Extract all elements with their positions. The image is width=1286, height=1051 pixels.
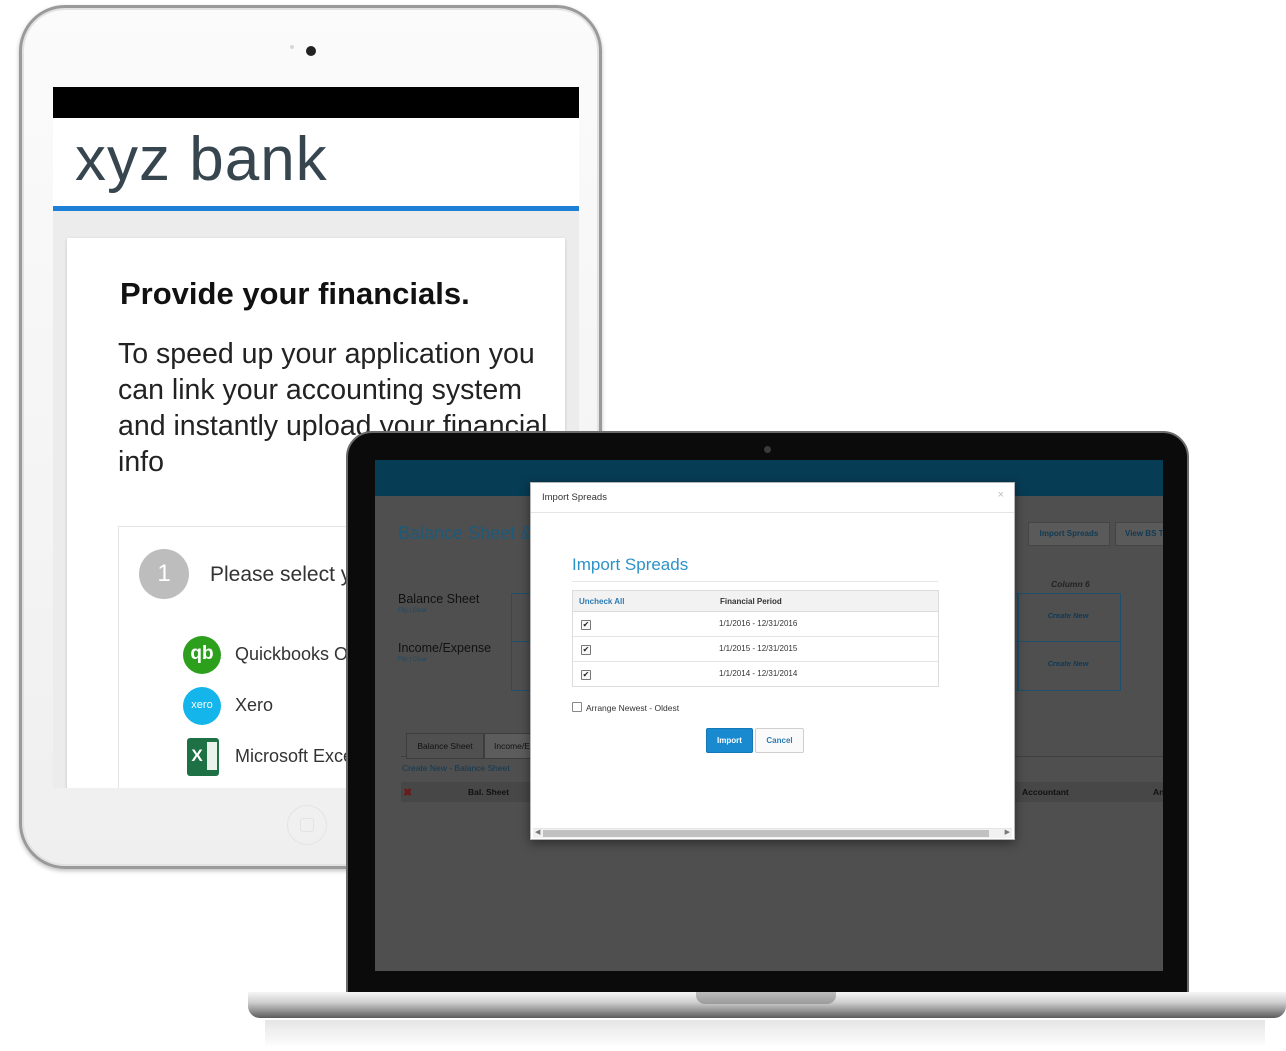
table-row: ✔ 1/1/2015 - 12/31/2015 — [573, 637, 938, 662]
period-checkbox[interactable]: ✔ — [581, 645, 591, 655]
periods-table: Uncheck All Financial Period ✔ 1/1/2016 … — [572, 590, 939, 687]
import-spreads-modal: Import Spreads × Import Spreads Uncheck … — [530, 482, 1015, 840]
period-value: 1/1/2016 - 12/31/2016 — [719, 619, 798, 628]
laptop-notch — [696, 992, 836, 1004]
provider-label: Microsoft Excel — [235, 746, 358, 766]
flip-clear-links[interactable]: Flip | Clear — [398, 608, 427, 614]
cancel-button[interactable]: Cancel — [755, 728, 804, 753]
section-income-expense: Income/Expense — [398, 641, 492, 655]
import-button[interactable]: Import — [706, 728, 753, 753]
excel-icon: X — [187, 738, 219, 776]
column-header: Column 6 — [1051, 579, 1090, 589]
arrange-checkbox[interactable] — [572, 702, 582, 712]
table-header: Uncheck All Financial Period — [573, 591, 938, 612]
period-value: 1/1/2014 - 12/31/2014 — [719, 669, 798, 678]
scroll-right-icon[interactable]: ▶ — [1005, 828, 1010, 836]
horizontal-scrollbar[interactable]: ◀ ▶ — [533, 828, 1012, 838]
modal-header: Import Spreads × — [531, 483, 1014, 513]
home-square-icon — [300, 818, 314, 832]
laptop-screen: Balance Sheet & Income/Expense Import Sp… — [375, 460, 1163, 971]
laptop-camera — [764, 446, 771, 453]
create-new-link[interactable]: Create New — [1017, 611, 1119, 620]
table-row: ✔ 1/1/2014 - 12/31/2014 — [573, 662, 938, 686]
flip-clear-links[interactable]: Flip | Clear — [398, 657, 427, 663]
view-bs-template-button[interactable]: View BS Template — [1115, 522, 1163, 546]
modal-heading: Import Spreads — [572, 555, 689, 574]
scroll-left-icon[interactable]: ◀ — [535, 828, 540, 836]
col-an: An — [1153, 787, 1163, 797]
delete-icon[interactable]: ✖ — [403, 786, 412, 799]
scrollbar-thumb[interactable] — [543, 830, 989, 837]
modal-title: Import Spreads — [542, 492, 607, 503]
laptop-reflection — [265, 1020, 1265, 1048]
table-row: ✔ 1/1/2016 - 12/31/2016 — [573, 612, 938, 637]
provider-label: Xero — [235, 695, 274, 715]
tablet-camera — [306, 46, 316, 56]
col-accountant: Accountant — [1022, 787, 1069, 797]
tablet-sensor — [290, 45, 294, 49]
card-heading: Provide your financials. — [120, 276, 470, 311]
arrange-label: Arrange Newest - Oldest — [586, 703, 680, 713]
section-balance-sheet: Balance Sheet — [398, 592, 480, 606]
import-spreads-button[interactable]: Import Spreads — [1028, 522, 1110, 546]
create-new-balance-sheet-link[interactable]: Create New - Balance Sheet — [402, 763, 510, 773]
period-value: 1/1/2015 - 12/31/2015 — [719, 644, 798, 653]
col-bal-sheet: Bal. Sheet — [468, 787, 510, 797]
create-new-link[interactable]: Create New — [1017, 659, 1119, 668]
close-icon[interactable]: × — [998, 489, 1004, 501]
step-number-badge: 1 — [139, 549, 189, 599]
tablet-status-bar — [53, 87, 579, 118]
uncheck-all-link[interactable]: Uncheck All — [579, 597, 625, 606]
arrange-option[interactable]: Arrange Newest - Oldest — [572, 702, 679, 713]
bank-logo: xyz bank — [75, 125, 328, 194]
quickbooks-icon: qb — [183, 636, 221, 674]
period-checkbox[interactable]: ✔ — [581, 670, 591, 680]
financial-period-header: Financial Period — [720, 597, 782, 606]
xero-icon: xero — [183, 687, 221, 725]
heading-divider — [572, 581, 938, 582]
period-checkbox[interactable]: ✔ — [581, 620, 591, 630]
tab-balance-sheet[interactable]: Balance Sheet — [406, 733, 484, 759]
